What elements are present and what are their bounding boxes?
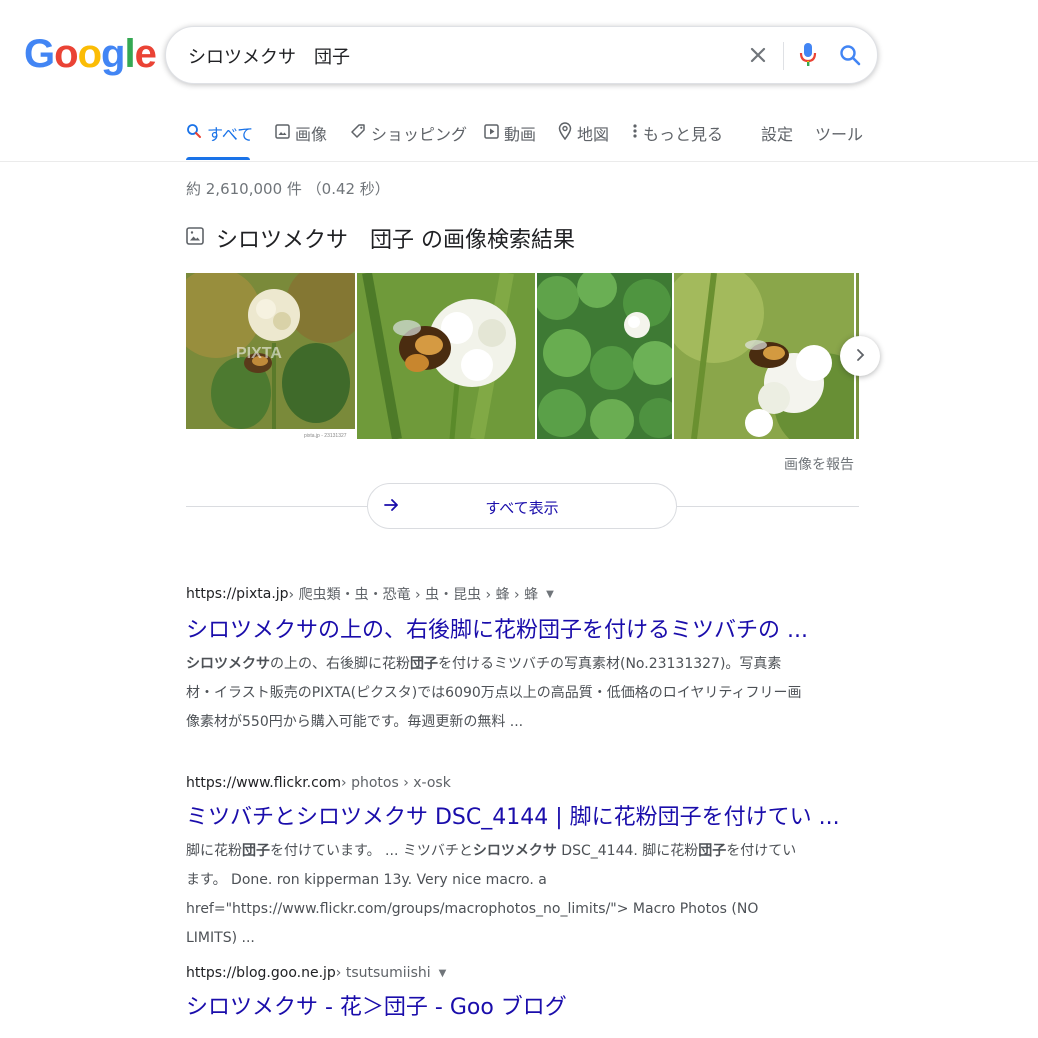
logo-letter: G <box>24 32 55 76</box>
result-site: https://blog.goo.ne.jp <box>186 965 336 981</box>
image-results-header[interactable]: シロツメクサ 団子 の画像検索結果 <box>186 222 575 254</box>
tab-label: 動画 <box>504 125 537 144</box>
map-pin-icon <box>558 122 572 144</box>
search-icon <box>186 123 202 143</box>
search-icon[interactable] <box>836 41 864 69</box>
search-result: https://pixta.jp › 爬虫類・虫・恐竜 › 虫・昆虫 › 蜂 ›… <box>186 584 826 737</box>
tab-more[interactable]: もっと見る <box>632 122 723 144</box>
caret-down-icon[interactable]: ▼ <box>546 589 554 600</box>
result-path: › tsutsumiishi <box>335 965 431 981</box>
logo-letter: e <box>134 32 157 76</box>
show-all-images-button[interactable]: すべて表示 <box>367 483 677 529</box>
snippet-text: 脚に花粉 <box>186 843 242 859</box>
tab-label: 地図 <box>577 125 610 144</box>
snippet-text: DSC_4144. 脚に花粉 <box>556 843 699 859</box>
tab-videos[interactable]: 動画 <box>484 122 536 144</box>
result-title-link[interactable]: シロツメクサ - 花＞団子 - Goo ブログ <box>186 989 826 1021</box>
image-icon <box>186 227 204 249</box>
carousel-next-button[interactable] <box>840 336 880 376</box>
watermark-text: PIXTA <box>236 345 282 362</box>
snippet-highlight: 団子 <box>698 843 727 859</box>
search-tabs: すべて 画像 ショッピング 動画 地図 もっと見る 設定 ツール <box>0 110 1038 162</box>
divider <box>186 506 367 507</box>
result-title-link[interactable]: ミツバチとシロツメクサ DSC_4144 | 脚に花粉団子を付けてい ... <box>186 799 840 831</box>
snippet-highlight: 団子 <box>410 656 438 672</box>
search-result: https://www.flickr.com › photos › x-osk … <box>186 775 840 953</box>
image-thumbnail[interactable]: PIXTA pixta.jp - 23131327 <box>186 273 355 439</box>
search-box[interactable]: シロツメクサ 団子 <box>165 26 878 84</box>
tab-shopping[interactable]: ショッピング <box>350 122 467 144</box>
result-path: › 爬虫類・虫・恐竜 › 虫・昆虫 › 蜂 › 蜂 <box>288 587 539 603</box>
play-icon <box>484 123 499 143</box>
divider <box>677 506 859 507</box>
result-site: https://www.flickr.com <box>186 775 342 791</box>
tab-label: もっと見る <box>643 125 724 144</box>
tab-maps[interactable]: 地図 <box>558 122 609 144</box>
image-carousel: PIXTA pixta.jp - 23131327 <box>186 273 859 439</box>
result-snippet: 脚に花粉団子を付けています。 ... ミツバチとシロツメクサ DSC_4144.… <box>186 837 806 953</box>
search-divider <box>783 42 784 70</box>
image-thumbnail[interactable] <box>674 273 854 439</box>
active-tab-indicator <box>186 157 250 160</box>
image-icon <box>275 123 290 143</box>
more-vert-icon <box>632 123 638 143</box>
google-logo[interactable]: Google <box>24 32 157 77</box>
result-url[interactable]: https://www.flickr.com › photos › x-osk <box>186 775 826 791</box>
tab-label: 設定 <box>761 125 794 144</box>
result-url[interactable]: https://pixta.jp › 爬虫類・虫・恐竜 › 虫・昆虫 › 蜂 ›… <box>186 584 826 604</box>
clear-icon[interactable] <box>744 41 772 69</box>
result-stats: 約 2,610,000 件 （0.42 秒） <box>186 180 390 198</box>
search-result: https://blog.goo.ne.jp › tsutsumiishi ▼ シ… <box>186 965 826 1021</box>
tag-icon <box>350 123 366 143</box>
result-path: › photos › x-osk <box>341 775 451 791</box>
snippet-text: の上の、右後脚に花粉 <box>270 656 410 672</box>
logo-letter: o <box>54 32 78 76</box>
result-site: https://pixta.jp <box>186 586 289 602</box>
snippet-highlight: シロツメクサ <box>186 656 270 672</box>
show-all-label: すべて表示 <box>485 499 559 517</box>
result-url[interactable]: https://blog.goo.ne.jp › tsutsumiishi ▼ <box>186 965 826 981</box>
report-images-link[interactable]: 画像を報告 <box>784 454 854 474</box>
result-snippet: シロツメクサの上の、右後脚に花粉団子を付けるミツバチの写真素材(No.23131… <box>186 650 806 737</box>
result-title-link[interactable]: シロツメクサの上の、右後脚に花粉団子を付けるミツバチの ... <box>186 612 826 644</box>
microphone-icon[interactable] <box>794 41 822 69</box>
logo-letter: l <box>124 32 135 76</box>
tab-settings[interactable]: 設定 <box>761 122 793 144</box>
image-results-title: シロツメクサ 団子 の画像検索結果 <box>216 228 575 253</box>
logo-letter: g <box>101 32 125 76</box>
caret-down-icon[interactable]: ▼ <box>439 968 447 979</box>
image-thumbnail[interactable] <box>537 273 672 439</box>
tab-tools[interactable]: ツール <box>815 122 863 144</box>
chevron-right-icon <box>854 347 866 366</box>
image-thumbnail[interactable] <box>357 273 535 439</box>
tab-label: すべて <box>207 125 254 144</box>
tab-label: ツール <box>815 125 864 144</box>
snippet-highlight: 団子 <box>242 843 270 859</box>
search-input[interactable]: シロツメクサ 団子 <box>188 43 350 69</box>
tab-images[interactable]: 画像 <box>275 122 327 144</box>
snippet-highlight: シロツメクサ <box>472 843 557 859</box>
logo-letter: o <box>77 32 102 76</box>
tab-label: 画像 <box>295 125 328 144</box>
snippet-text: を付けています。 ... ミツバチと <box>270 843 473 859</box>
thumbnail-caption: pixta.jp - 23131327 <box>304 433 347 439</box>
tab-label: ショッピング <box>371 125 468 144</box>
tab-all[interactable]: すべて <box>186 122 253 144</box>
